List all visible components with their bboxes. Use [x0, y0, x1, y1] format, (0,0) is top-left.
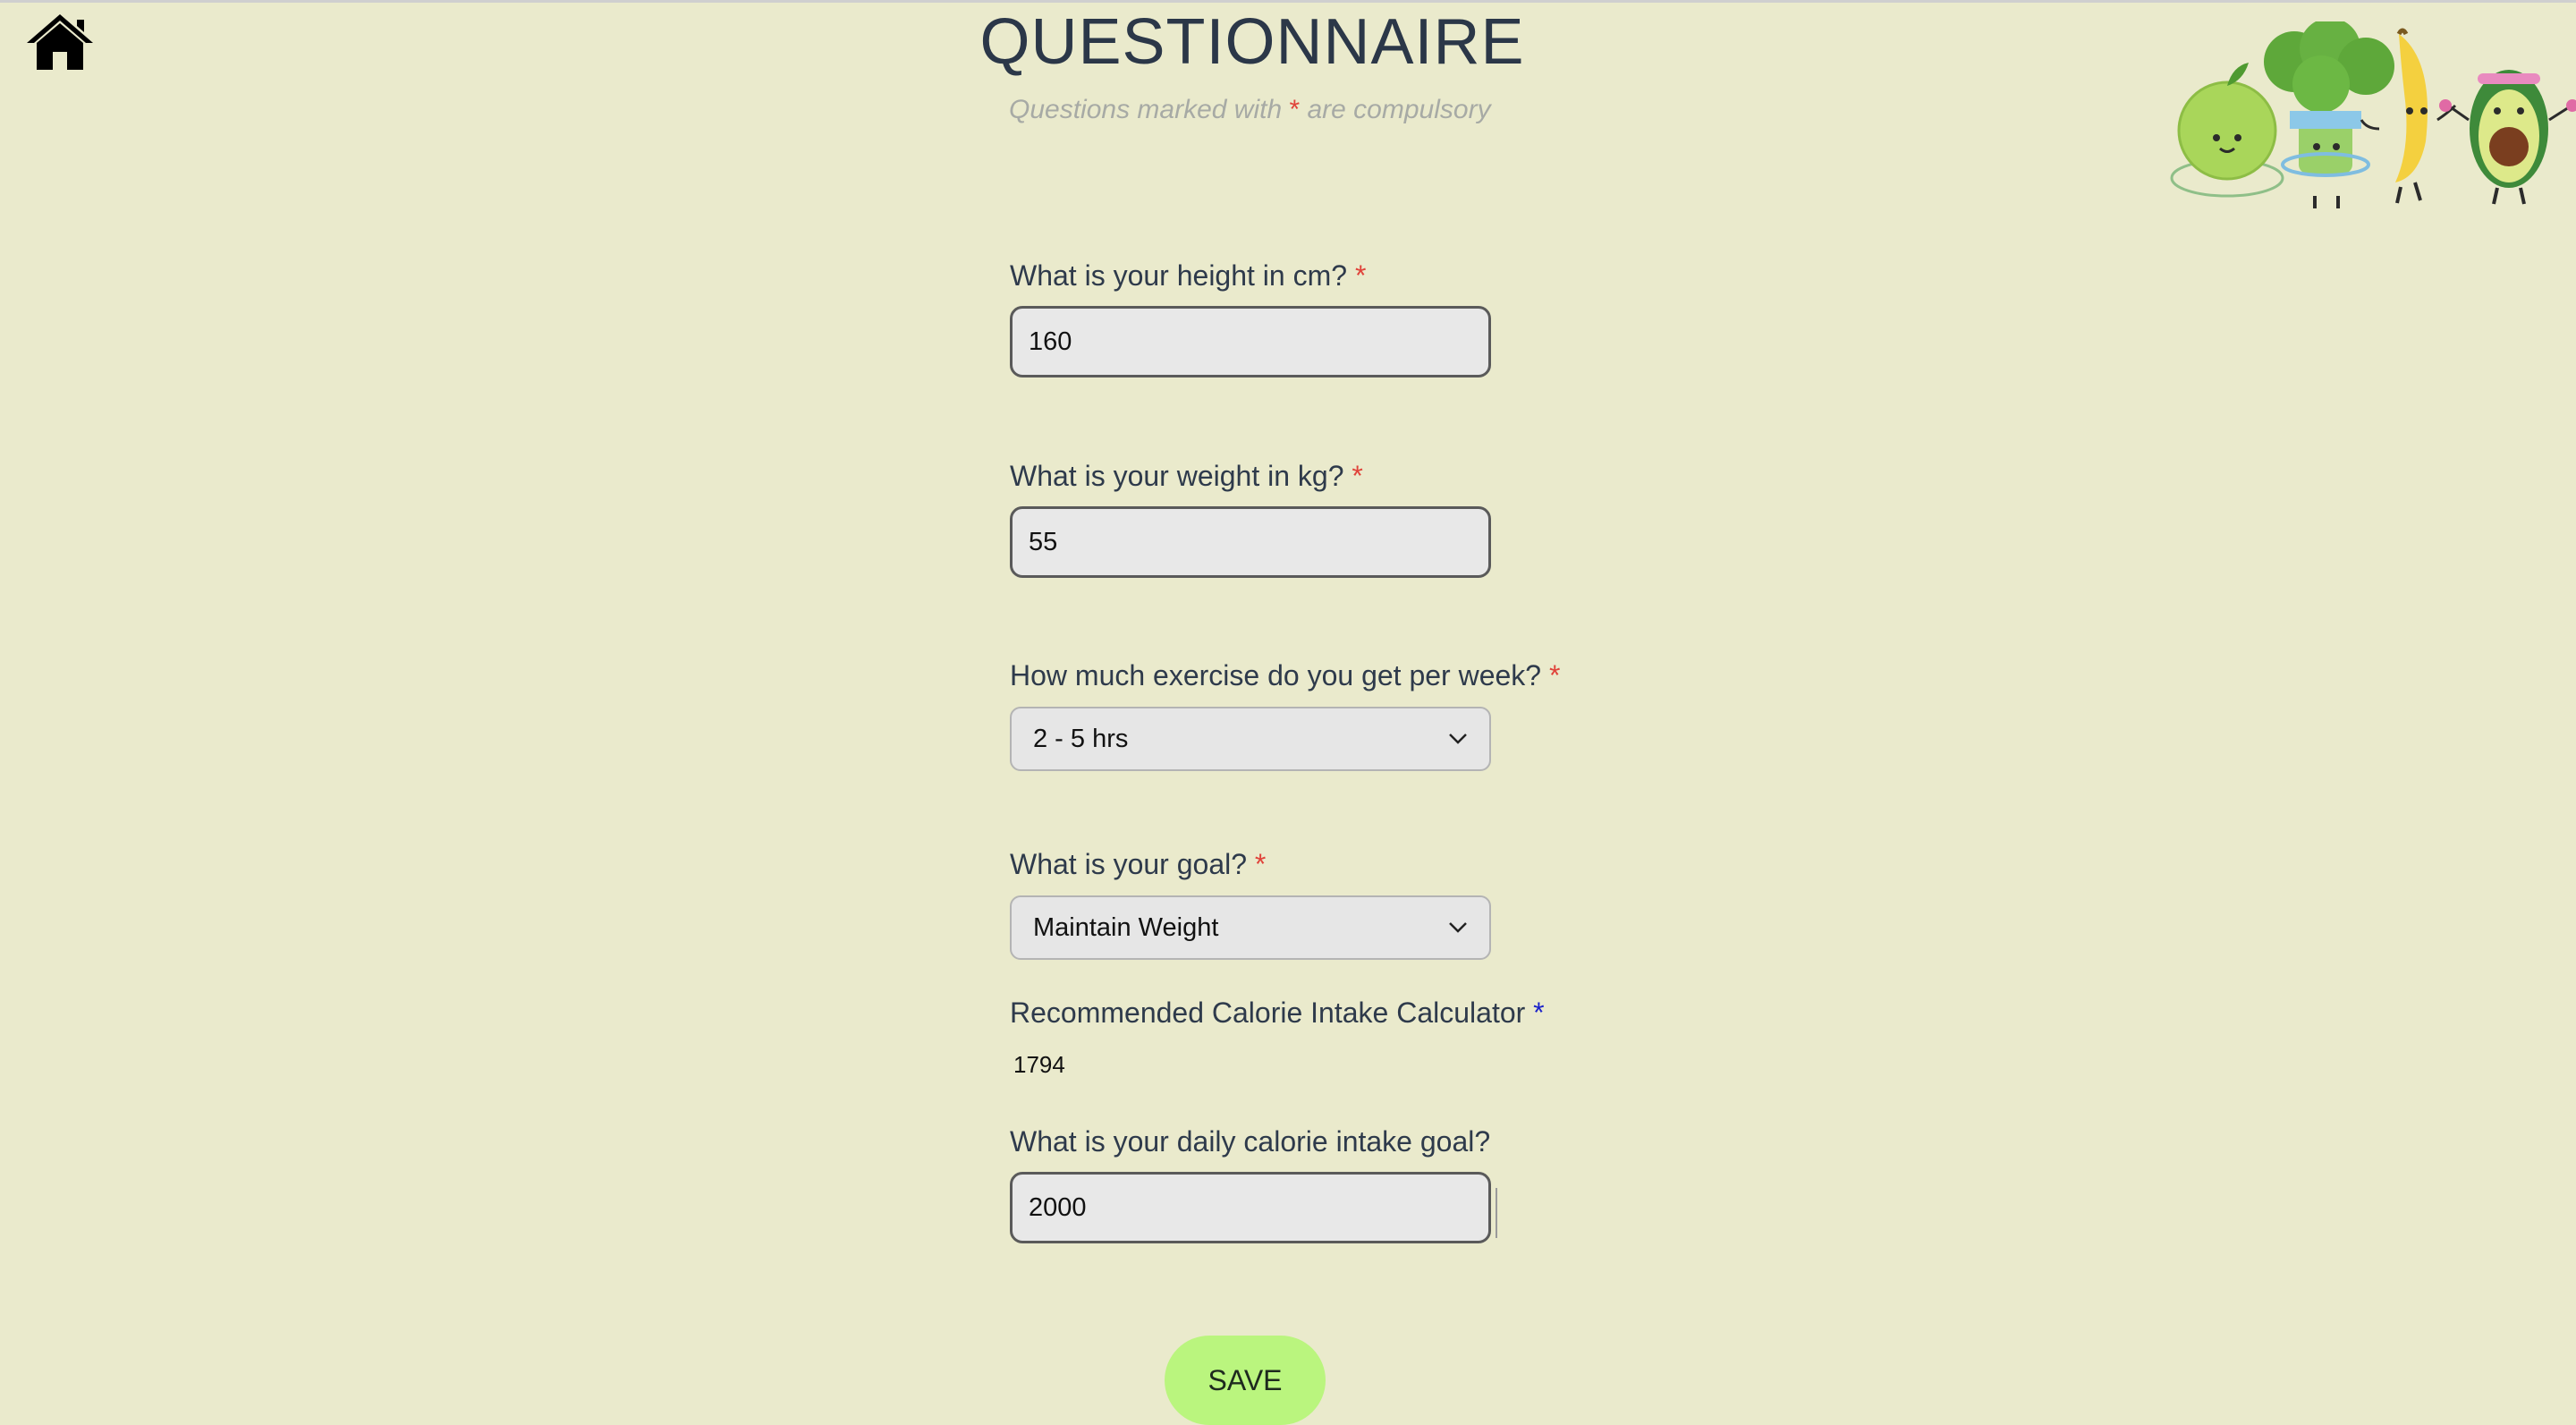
required-marker: *	[1354, 259, 1367, 292]
exercise-label: How much exercise do you get per week? *	[1010, 659, 1560, 692]
height-label-text: What is your height in cm?	[1010, 259, 1348, 292]
save-button[interactable]: SAVE	[1165, 1336, 1326, 1425]
required-marker: *	[1352, 460, 1363, 492]
exercise-label-text: How much exercise do you get per week?	[1010, 659, 1542, 691]
height-label: What is your height in cm? *	[1010, 259, 1366, 293]
exercise-select[interactable]: 2 - 5 hrs	[1010, 707, 1491, 771]
goal-label-text: What is your goal?	[1010, 848, 1248, 880]
weight-label: What is your weight in kg? *	[1010, 460, 1363, 493]
required-marker: *	[1533, 997, 1545, 1029]
exercise-select-value: 2 - 5 hrs	[1033, 724, 1129, 753]
height-input[interactable]	[1010, 306, 1491, 377]
page-subtitle: Questions marked with * are compulsory	[1009, 95, 1491, 125]
calorie-goal-input[interactable]	[1010, 1172, 1491, 1243]
fruit-vegetable-mascots-illustration	[2165, 21, 2576, 209]
chevron-down-icon	[1449, 922, 1467, 933]
required-marker: *	[1254, 848, 1267, 880]
page-title: QUESTIONNAIRE	[979, 6, 1525, 78]
goal-label: What is your goal? *	[1010, 848, 1266, 881]
weight-label-text: What is your weight in kg?	[1010, 460, 1344, 492]
top-border	[0, 0, 2576, 3]
resize-handle	[1496, 1188, 1497, 1238]
goal-select-value: Maintain Weight	[1033, 912, 1219, 942]
goal-select[interactable]: Maintain Weight	[1010, 895, 1491, 960]
chevron-down-icon	[1449, 734, 1467, 744]
calorie-goal-label: What is your daily calorie intake goal?	[1010, 1125, 1491, 1158]
required-marker: *	[1548, 659, 1561, 691]
recommended-calorie-value: 1794	[1013, 1051, 1065, 1078]
weight-input[interactable]	[1010, 506, 1491, 578]
recommended-calorie-label: Recommended Calorie Intake Calculator *	[1010, 997, 1545, 1030]
subtitle-text-after: are compulsory	[1300, 95, 1491, 124]
subtitle-text-before: Questions marked with	[1009, 95, 1290, 124]
recommended-calorie-label-text: Recommended Calorie Intake Calculator	[1010, 997, 1526, 1029]
required-marker: *	[1289, 95, 1301, 124]
